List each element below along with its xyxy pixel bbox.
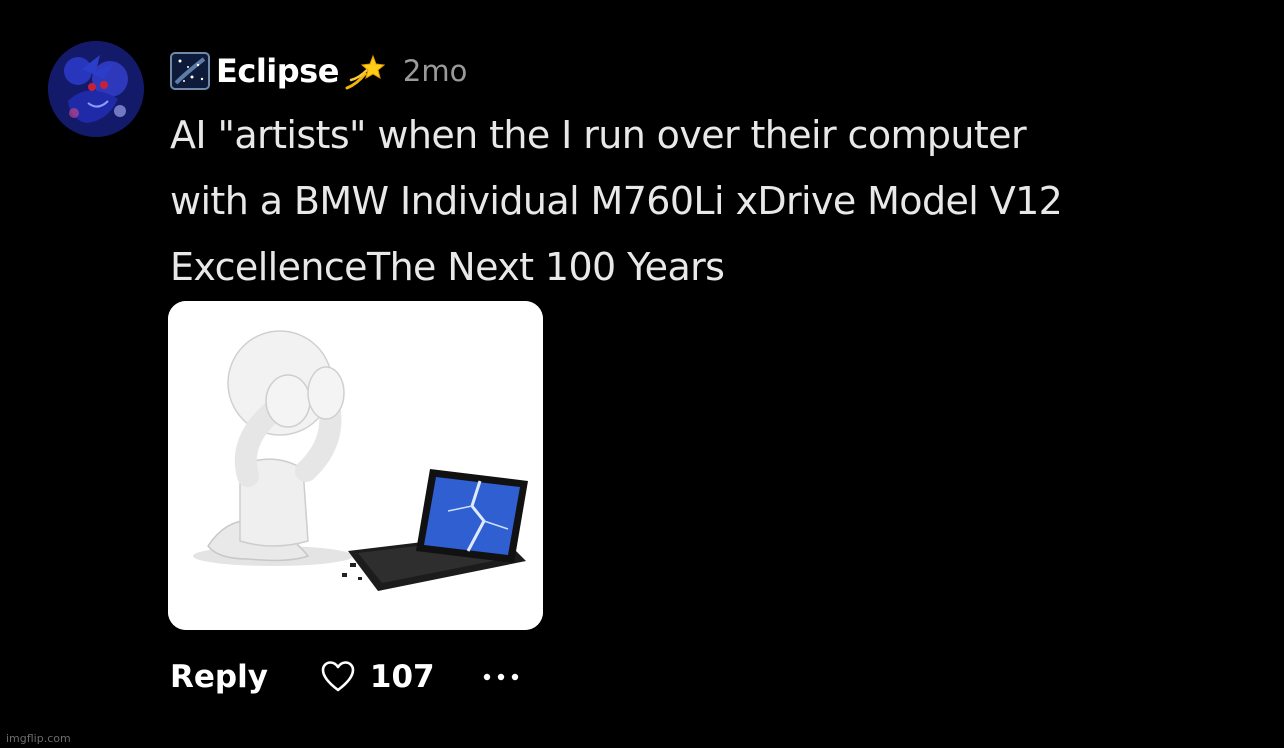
milky-way-icon: [170, 51, 210, 91]
watermark: imgflip.com: [6, 732, 71, 745]
comment-text-line: AI "artists" when the I run over their c…: [170, 113, 1027, 157]
avatar-image: [48, 41, 144, 137]
more-horizontal-icon: [483, 673, 518, 681]
dizzy-icon: [343, 50, 385, 92]
stressed-figure-broken-laptop-image: [168, 301, 543, 630]
more-options-button[interactable]: [481, 657, 521, 697]
reply-button[interactable]: Reply: [170, 659, 268, 695]
comment-header: Eclipse 2mo: [170, 46, 467, 96]
like-count: 107: [369, 659, 435, 695]
comment-body: AI "artists" when the I run over their c…: [170, 102, 1270, 300]
user-avatar[interactable]: [48, 41, 144, 137]
like-button[interactable]: 107: [320, 659, 435, 695]
comment-text-line: ExcellenceThe Next 100 Years: [170, 245, 725, 289]
comment-actions: Reply 107: [170, 652, 521, 702]
comment: Eclipse 2mo AI "artists" when the I run …: [0, 0, 1284, 748]
author-name[interactable]: Eclipse: [216, 52, 339, 90]
timestamp: 2mo: [402, 54, 468, 88]
comment-text-line: with a BMW Individual M760Li xDrive Mode…: [170, 179, 1063, 223]
comment-image[interactable]: [168, 301, 543, 630]
heart-outline-icon[interactable]: [320, 659, 356, 695]
